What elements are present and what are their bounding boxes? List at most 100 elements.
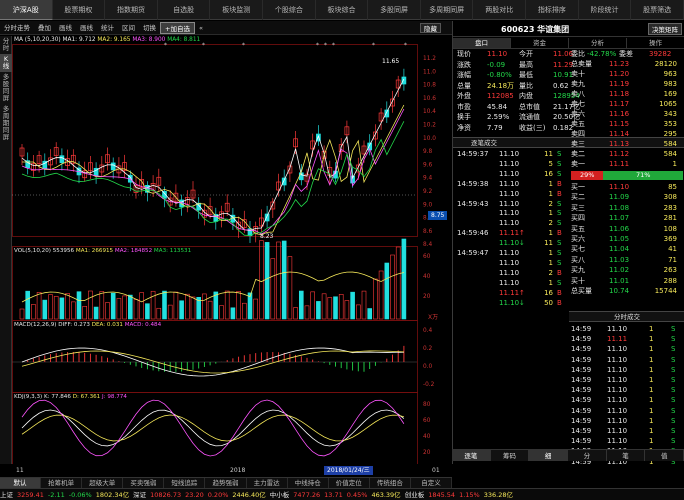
bottom-tab[interactable]: 中线持仓 bbox=[288, 478, 329, 488]
top-nav-tab[interactable]: 阶段统计 bbox=[579, 0, 632, 20]
sell-level-label: 卖九 bbox=[571, 80, 585, 88]
macd-y-tick: 0.2 bbox=[423, 346, 433, 352]
volume-bar bbox=[105, 302, 110, 320]
bottom-tab[interactable]: 价值定位 bbox=[329, 478, 370, 488]
volume-bar bbox=[287, 256, 293, 320]
quote-tab[interactable]: 盘口 bbox=[453, 38, 511, 48]
bottom-tab[interactable]: 趋势强弱 bbox=[205, 478, 247, 488]
bottom-tab[interactable]: 自定义 bbox=[411, 478, 453, 488]
toolbar-item[interactable]: +加自选 bbox=[160, 21, 195, 34]
top-nav-tab[interactable]: 个股综合 bbox=[263, 0, 316, 20]
sell-level-volume: 584 bbox=[663, 140, 677, 148]
top-nav-tab[interactable]: 指标排序 bbox=[526, 0, 579, 20]
quote-bottom-tab[interactable]: 筹码 bbox=[491, 450, 530, 461]
time-trade-volume: 1 bbox=[649, 355, 654, 364]
quote-bottom-tab[interactable]: 分 bbox=[568, 450, 607, 461]
trading-app: 沪深A股 股票期权 指数期货 自选股 板块监测 个股综合 板块综合 多股同屏 多周期同屏 两股对比… bbox=[0, 0, 684, 500]
tick-volume: 16 bbox=[544, 169, 553, 178]
toolbar-item[interactable]: 画线 bbox=[76, 21, 97, 35]
quote-tab[interactable]: 分析 bbox=[569, 38, 627, 48]
left-strip-item[interactable]: K线 bbox=[0, 54, 12, 72]
top-nav-tab[interactable]: 多周期同屏 bbox=[421, 0, 474, 20]
buy-level-label: 总买量 bbox=[571, 287, 592, 295]
quote-tabs: 盘口 资金 分析 操作 bbox=[453, 38, 684, 49]
top-nav-tab[interactable]: 自选股 bbox=[158, 0, 211, 20]
tick-time: 14:59:47 bbox=[457, 249, 489, 257]
toolbar-item[interactable]: 统计 bbox=[97, 21, 118, 35]
panel-border bbox=[12, 392, 418, 464]
top-nav-tab[interactable]: 多股同屏 bbox=[368, 0, 421, 20]
top-nav-tab[interactable]: 股票筛选 bbox=[631, 0, 684, 20]
time-trade-price: 11.10 bbox=[607, 355, 628, 364]
orderbook-ratio-value: -42.78% bbox=[587, 50, 617, 58]
quote-bottom-tab[interactable]: 逐笔 bbox=[452, 450, 491, 461]
time-trade-volume: 1 bbox=[649, 335, 654, 344]
bottom-tab[interactable]: 买卖强弱 bbox=[123, 478, 165, 488]
tick-price: 11.10 bbox=[499, 258, 520, 267]
quote-bottom-tab[interactable]: 值 bbox=[645, 450, 684, 461]
event-marker: * bbox=[242, 43, 245, 49]
bottom-tab[interactable]: 超级大单 bbox=[82, 478, 124, 488]
toolbar-item[interactable]: 画线 bbox=[55, 21, 76, 35]
panel-border bbox=[12, 44, 418, 237]
toolbar-item[interactable]: 叠加 bbox=[34, 21, 55, 35]
toolbar-item[interactable]: 分时走势 bbox=[0, 21, 34, 35]
time-trade-price: 11.10 bbox=[607, 345, 628, 354]
left-strip-item[interactable]: 分时 bbox=[0, 36, 12, 54]
time-trade-volume: 1 bbox=[649, 365, 654, 374]
time-trade-side: S bbox=[671, 416, 676, 425]
bottom-tab[interactable]: 主力雷达 bbox=[247, 478, 288, 488]
sell-level-price: 11.11 bbox=[609, 160, 630, 168]
volume-bar bbox=[116, 298, 122, 320]
status-item: 10826.73 bbox=[150, 491, 182, 499]
status-item: 深证 bbox=[133, 491, 147, 499]
decision-matrix-button[interactable]: 决策矩阵 bbox=[648, 23, 682, 35]
bottom-tab[interactable]: 短线追踪 bbox=[164, 478, 206, 488]
status-item: 0.45% bbox=[346, 491, 368, 499]
left-strip-item[interactable]: 多股同屏 bbox=[0, 72, 12, 104]
tick-side: B bbox=[557, 229, 562, 238]
sell-level-label: 总卖量 bbox=[571, 60, 592, 68]
event-marker: * bbox=[404, 43, 407, 49]
quote-bottom-tab[interactable]: 笔 bbox=[607, 450, 646, 461]
quote-bottom-tab[interactable]: 细 bbox=[529, 450, 569, 461]
volume-bar bbox=[310, 291, 316, 320]
tick-volume: 1 bbox=[548, 278, 553, 287]
sell-level-price: 11.19 bbox=[609, 80, 630, 88]
vol-y-tick: 20 bbox=[423, 294, 431, 300]
top-nav-tab[interactable]: 沪深A股 bbox=[0, 0, 53, 20]
time-trade-time: 14:59 bbox=[571, 396, 592, 405]
toolbar-item[interactable]: 切换 bbox=[139, 21, 160, 35]
quote-tab[interactable]: 操作 bbox=[627, 38, 684, 48]
top-nav-tab[interactable]: 股票期权 bbox=[53, 0, 106, 20]
status-item: 463.39亿 bbox=[371, 491, 401, 499]
time-trade-price: 11.10 bbox=[607, 325, 628, 333]
top-nav-tab[interactable]: 板块综合 bbox=[316, 0, 369, 20]
candle-body bbox=[384, 109, 390, 118]
top-nav-tab[interactable]: 指数期货 bbox=[105, 0, 158, 20]
quote-cell: 量比 bbox=[519, 81, 533, 90]
bottom-tab[interactable]: 抢筹机单 bbox=[41, 478, 83, 488]
bottom-tab[interactable]: 默认 bbox=[0, 478, 42, 488]
kdj-j-line bbox=[21, 399, 405, 457]
buy-level-price: 11.05 bbox=[609, 235, 630, 243]
volume-bar bbox=[350, 291, 355, 320]
hide-panel-button[interactable]: 隐藏 bbox=[420, 23, 441, 33]
volume-bar bbox=[19, 308, 25, 320]
volume-bar bbox=[298, 290, 304, 320]
top-nav-tab[interactable]: 板块监测 bbox=[210, 0, 264, 20]
quote-tab[interactable]: 资金 bbox=[511, 38, 569, 48]
bottom-tab[interactable]: 传统组合 bbox=[370, 478, 411, 488]
volume-bar bbox=[293, 307, 298, 320]
kline-y-tick: 9.0 bbox=[423, 202, 433, 208]
toolbar-item[interactable]: 区间 bbox=[118, 21, 139, 35]
kline-y-tick: 11.2 bbox=[423, 56, 436, 62]
tick-volume: 1 bbox=[548, 229, 553, 238]
top-nav-tab[interactable]: 两股对比 bbox=[473, 0, 527, 20]
quote-cell: 外盘 bbox=[457, 92, 471, 100]
left-strip-item[interactable]: 多周期同屏 bbox=[0, 104, 12, 143]
tick-price: 11.10 bbox=[499, 249, 520, 257]
tick-side: S bbox=[557, 159, 562, 168]
macd-label: MACD(12,26,9) bbox=[14, 322, 57, 328]
toolbar-item[interactable]: « bbox=[195, 21, 207, 35]
